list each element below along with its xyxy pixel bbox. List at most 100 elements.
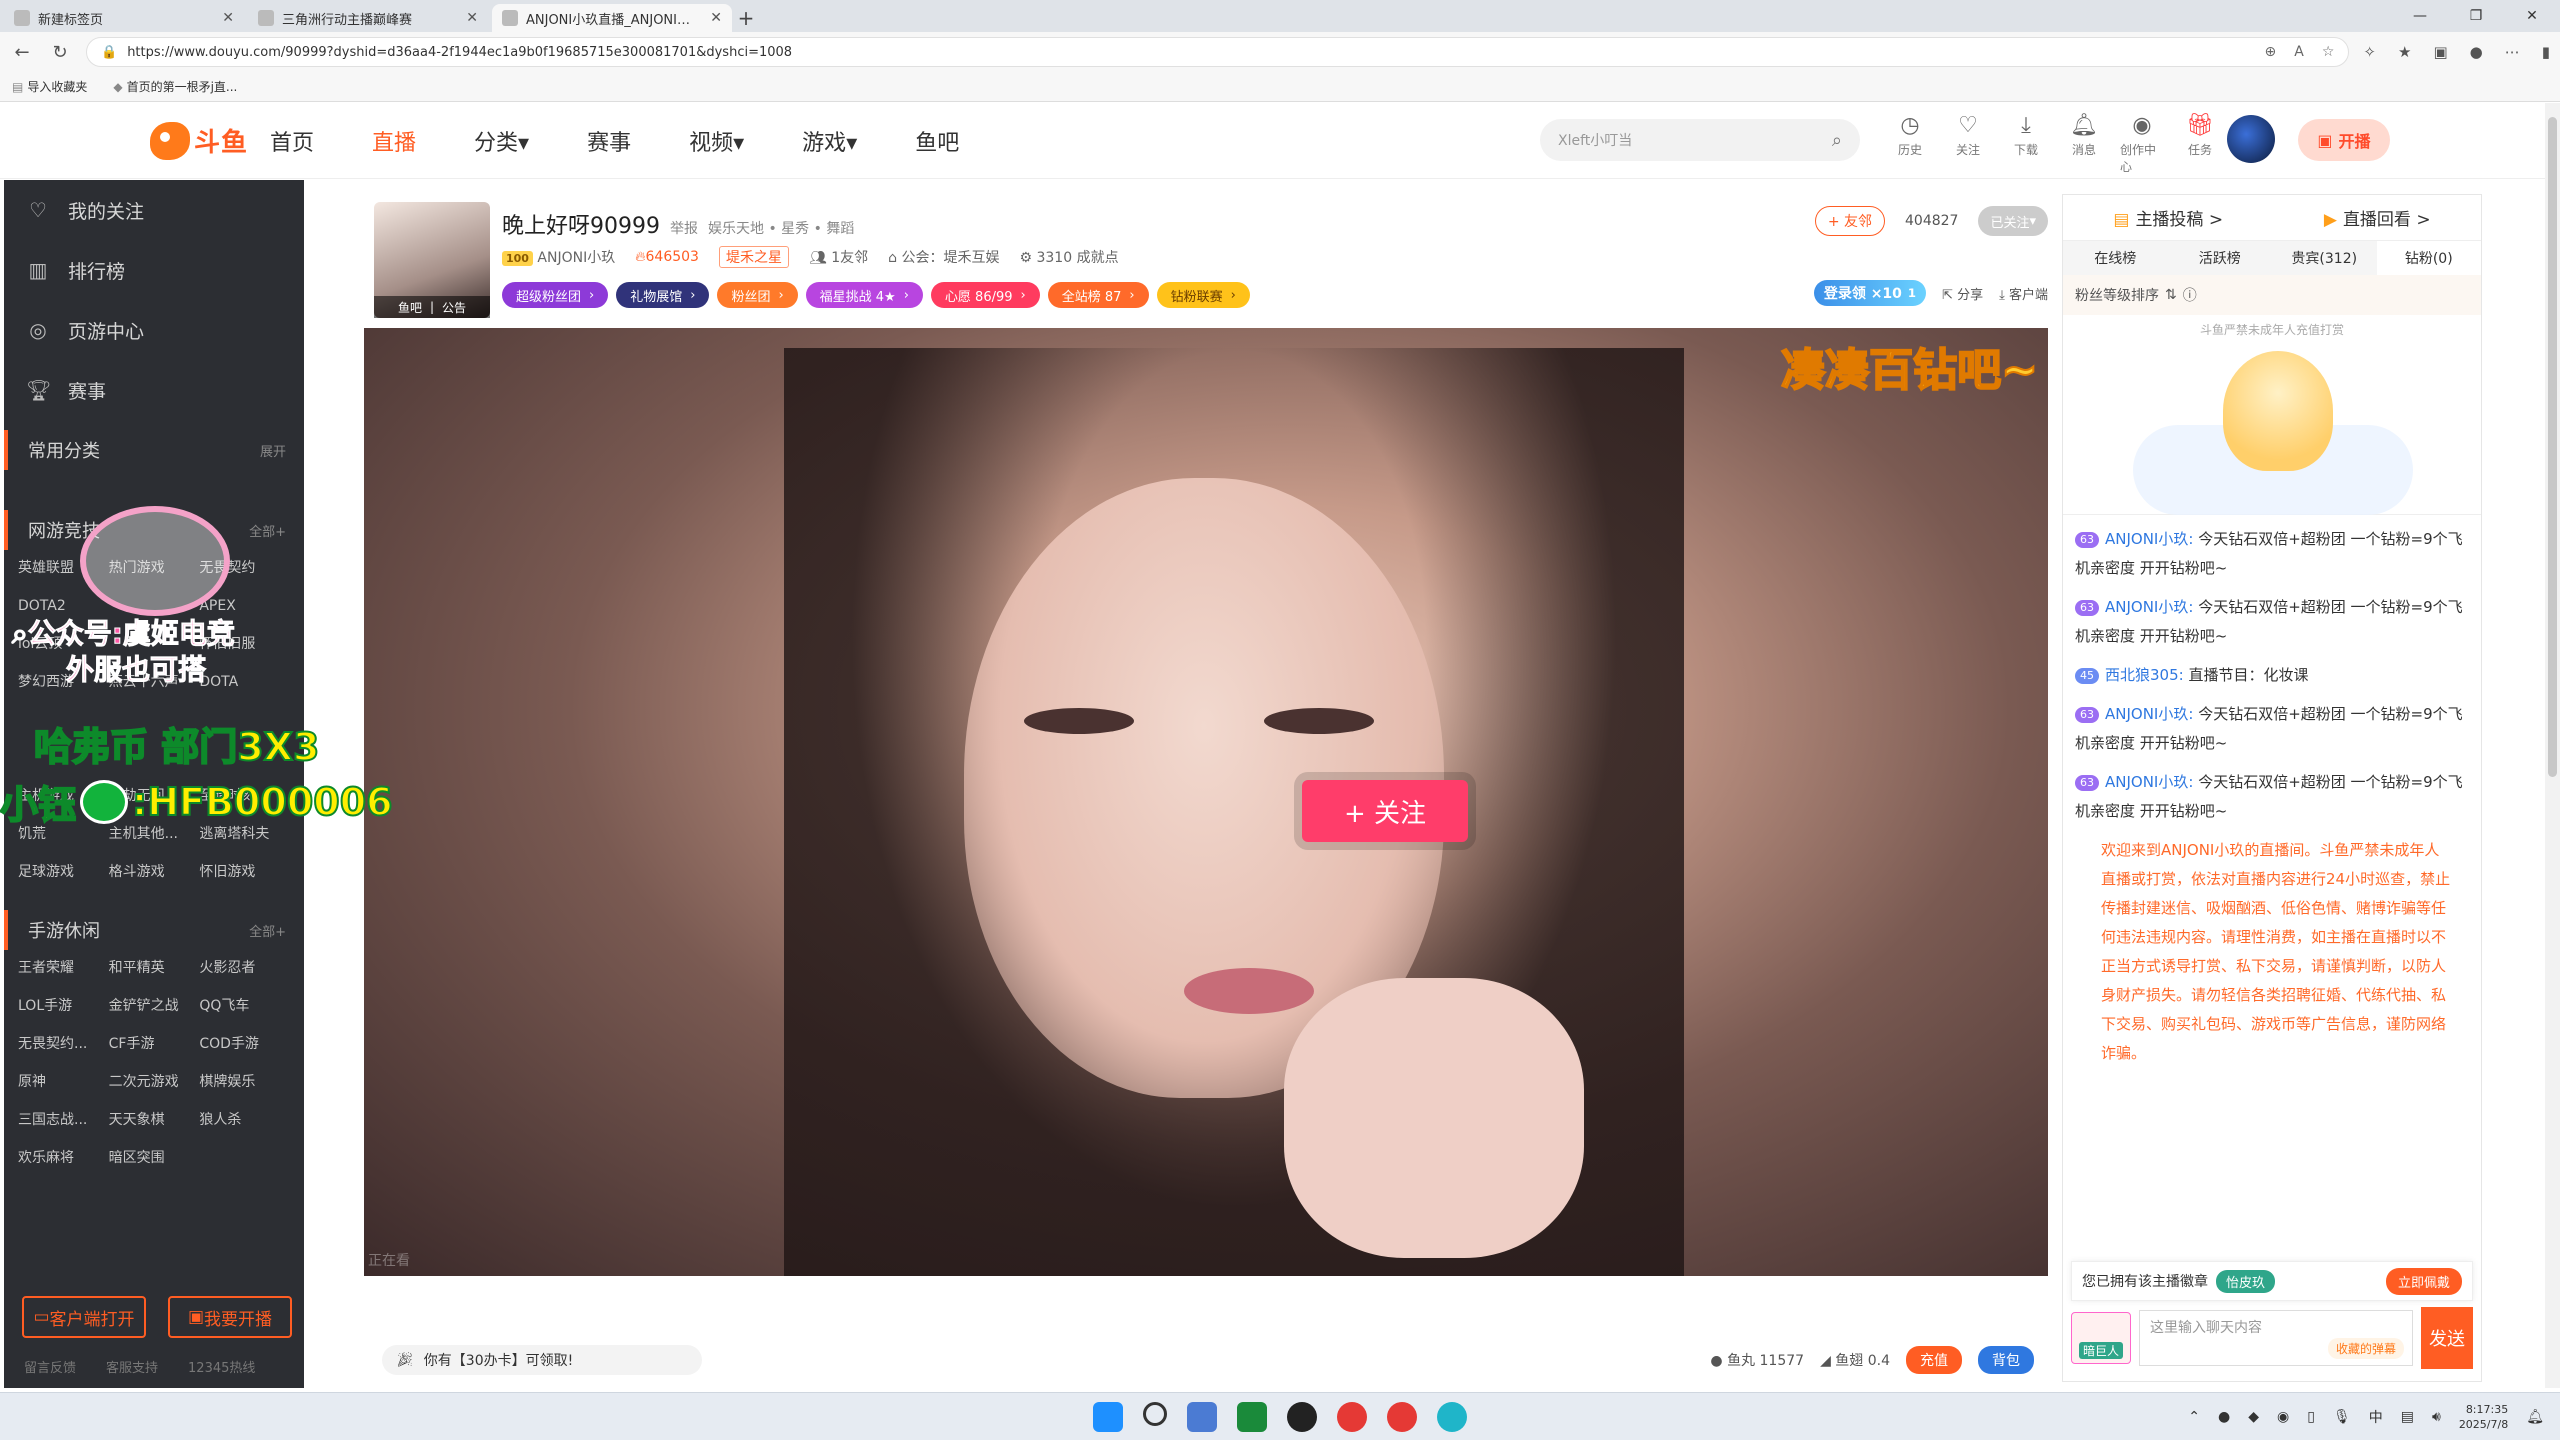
guild-link[interactable]: ⌂ 公会：堤禾互娱 bbox=[888, 247, 999, 267]
hotline-link[interactable]: 12345热线 bbox=[188, 1357, 255, 1376]
friends-count[interactable]: 👥︎ 1友邻 bbox=[809, 247, 868, 267]
star-badge[interactable]: 堤禾之星 bbox=[718, 246, 789, 268]
fan-club-badge[interactable]: 粉丝团 › bbox=[717, 282, 798, 308]
backpack-button[interactable]: 背包 bbox=[1978, 1346, 2034, 1374]
wear-badge-button[interactable]: 立即佩戴 bbox=[2385, 1267, 2462, 1295]
category-item[interactable]: QQ飞车 bbox=[199, 994, 290, 1018]
notice-link[interactable]: 公告 bbox=[442, 299, 466, 316]
category-item[interactable]: 金铲铲之战 bbox=[109, 994, 200, 1018]
chat-input[interactable]: 这里输入聊天内容 收藏的弹幕 bbox=[2139, 1310, 2413, 1366]
bookmark-item[interactable]: ◆ 首页的第一根矛j直... bbox=[113, 78, 237, 95]
more-icon[interactable]: ⋯ bbox=[2505, 43, 2520, 61]
breadcrumb[interactable]: 娱乐天地 • 星秀 • 舞蹈 bbox=[708, 218, 854, 238]
message-button[interactable]: 🔔︎ 消息 bbox=[2062, 113, 2106, 175]
diamond-league-badge[interactable]: 钻粉联赛 › bbox=[1156, 282, 1250, 308]
streamer-avatar[interactable]: 鱼吧 | 公告 bbox=[374, 202, 490, 318]
sidebar-item-webgame[interactable]: ◎ 页游中心 bbox=[4, 300, 304, 360]
sidebar-item-events[interactable]: 🏆︎ 赛事 bbox=[4, 360, 304, 420]
reload-icon[interactable]: ↻ bbox=[48, 42, 72, 63]
category-item[interactable]: 怀旧游戏 bbox=[199, 860, 290, 884]
video-player[interactable]: 凑凑百钻吧~ + 关注 正在看 bbox=[364, 328, 2048, 1276]
replay-link[interactable]: ▶ 直播回看 > bbox=[2324, 205, 2431, 230]
close-window-icon[interactable]: ✕ bbox=[2504, 0, 2560, 32]
category-item[interactable]: 棋牌娱乐 bbox=[199, 1070, 290, 1094]
sidebar-toggle-icon[interactable]: ▮ bbox=[2542, 43, 2550, 61]
tray-app-icon[interactable]: ◉ bbox=[2277, 1409, 2289, 1425]
category-item[interactable]: 暗区突围 bbox=[109, 1146, 200, 1170]
edge-browser-icon[interactable] bbox=[1437, 1401, 1467, 1432]
tab-vip[interactable]: 贵宾(312) bbox=[2272, 241, 2377, 275]
category-item[interactable]: CF手游 bbox=[109, 1032, 200, 1056]
category-item[interactable]: 无畏契约... bbox=[18, 1032, 109, 1056]
followed-button[interactable]: 已关注 ▾ bbox=[1978, 206, 2048, 236]
all-link[interactable]: 全部+ bbox=[249, 921, 286, 940]
category-item[interactable]: 足球游戏 bbox=[18, 860, 109, 884]
history-button[interactable]: ◷ 历史 bbox=[1888, 113, 1932, 175]
expand-link[interactable]: 展开 bbox=[260, 441, 286, 460]
close-icon[interactable]: ✕ bbox=[466, 10, 478, 26]
new-tab-button[interactable]: + bbox=[732, 4, 760, 32]
achievements[interactable]: ⚙ 3310 成就点 bbox=[1019, 247, 1118, 267]
nav-games[interactable]: 游戏▾ bbox=[802, 125, 857, 157]
scrollbar-thumb[interactable] bbox=[2548, 117, 2557, 777]
category-item[interactable]: COD手游 bbox=[199, 1032, 290, 1056]
back-icon[interactable]: ← bbox=[10, 42, 34, 63]
card-notice[interactable]: 🎉︎ 你有【30办卡】可领取! bbox=[382, 1345, 702, 1375]
download-button[interactable]: ⤓ 下载 bbox=[2004, 113, 2048, 175]
minimize-icon[interactable]: — bbox=[2392, 0, 2448, 32]
category-item[interactable]: 格斗游戏 bbox=[109, 860, 200, 884]
category-item[interactable]: 欢乐麻将 bbox=[18, 1146, 109, 1170]
saved-barrage-button[interactable]: 收藏的弹幕 bbox=[2327, 1338, 2404, 1359]
client-button[interactable]: ⤓ 客户端 bbox=[1999, 284, 2048, 303]
clock[interactable]: 8:17:35 2025/7/8 bbox=[2459, 1402, 2508, 1432]
category-item[interactable]: 原神 bbox=[18, 1070, 109, 1094]
read-aloud-icon[interactable]: A bbox=[2294, 44, 2304, 60]
collections-icon[interactable]: ▣ bbox=[2433, 43, 2447, 61]
network-icon[interactable]: ▤ bbox=[2401, 1409, 2414, 1425]
profile-icon[interactable]: ● bbox=[2470, 43, 2483, 61]
video-follow-button[interactable]: + 关注 bbox=[1302, 780, 1468, 842]
super-fan-badge[interactable]: 超级粉丝团 › bbox=[502, 282, 609, 308]
wish-badge[interactable]: 心愿 86/99 › bbox=[930, 282, 1040, 308]
category-item[interactable]: 二次元游戏 bbox=[109, 1070, 200, 1094]
nav-events[interactable]: 赛事 bbox=[587, 125, 631, 157]
support-link[interactable]: 客服支持 bbox=[106, 1357, 158, 1376]
category-item[interactable]: 火影忍者 bbox=[199, 956, 290, 980]
start-live-button[interactable]: ▣ 开播 bbox=[2298, 119, 2390, 161]
rank-sort[interactable]: 粉丝等级排序 ⇅ ⓘ bbox=[2063, 275, 2481, 315]
chat-nick[interactable]: ANJONI小玖: bbox=[2105, 773, 2193, 791]
fishbar-link[interactable]: 鱼吧 bbox=[398, 299, 422, 316]
start-stream-button[interactable]: ▣ 我要开播 bbox=[168, 1296, 292, 1338]
microphone-icon[interactable]: 🎙︎ bbox=[2333, 1409, 2351, 1425]
login-reward[interactable]: 登录领 ×10 1 bbox=[1813, 280, 1927, 306]
search-icon[interactable] bbox=[1143, 1401, 1167, 1426]
app-icon[interactable] bbox=[1237, 1401, 1267, 1432]
feedback-link[interactable]: 留言反馈 bbox=[24, 1357, 76, 1376]
tab-active-rank[interactable]: 活跃榜 bbox=[2168, 241, 2273, 275]
browser-tab-2[interactable]: 三角洲行动主播巅峰赛 ✕ bbox=[248, 4, 488, 32]
tab-online-rank[interactable]: 在线榜 bbox=[2063, 241, 2168, 275]
page-scrollbar[interactable] bbox=[2545, 103, 2560, 1388]
nav-home[interactable]: 首页 bbox=[270, 125, 314, 157]
nav-fishbar[interactable]: 鱼吧 bbox=[915, 125, 959, 157]
windows-start-icon[interactable] bbox=[1093, 1401, 1123, 1432]
category-item[interactable]: 和平精英 bbox=[109, 956, 200, 980]
star-icon[interactable]: ☆ bbox=[2322, 44, 2335, 60]
chat-nick[interactable]: ANJONI小玖: bbox=[2105, 530, 2193, 548]
report-link[interactable]: 举报 bbox=[670, 218, 698, 238]
app-icon[interactable] bbox=[1187, 1401, 1217, 1432]
streamer-posts-link[interactable]: ▤ 主播投稿 > bbox=[2113, 205, 2223, 230]
sidebar-item-rank[interactable]: ▥ 排行榜 bbox=[4, 240, 304, 300]
nav-live[interactable]: 直播 bbox=[372, 125, 416, 157]
sidebar-item-follow[interactable]: ♡ 我的关注 bbox=[4, 180, 304, 240]
extensions-icon[interactable]: ✧ bbox=[2363, 43, 2376, 61]
open-client-button[interactable]: ▭ 客户端打开 bbox=[22, 1296, 146, 1338]
recharge-button[interactable]: 充值 bbox=[1906, 1346, 1962, 1374]
battery-icon[interactable]: ▯ bbox=[2307, 1409, 2315, 1425]
follow-button[interactable]: ♡ 关注 bbox=[1946, 113, 1990, 175]
tray-app-icon[interactable]: ◆ bbox=[2248, 1409, 2259, 1425]
user-avatar[interactable] bbox=[2227, 115, 2275, 163]
app-icon[interactable] bbox=[1337, 1401, 1367, 1432]
creator-button[interactable]: ◉ 创作中心 bbox=[2120, 113, 2164, 175]
chat-nick[interactable]: 西北狼305: bbox=[2105, 666, 2184, 684]
